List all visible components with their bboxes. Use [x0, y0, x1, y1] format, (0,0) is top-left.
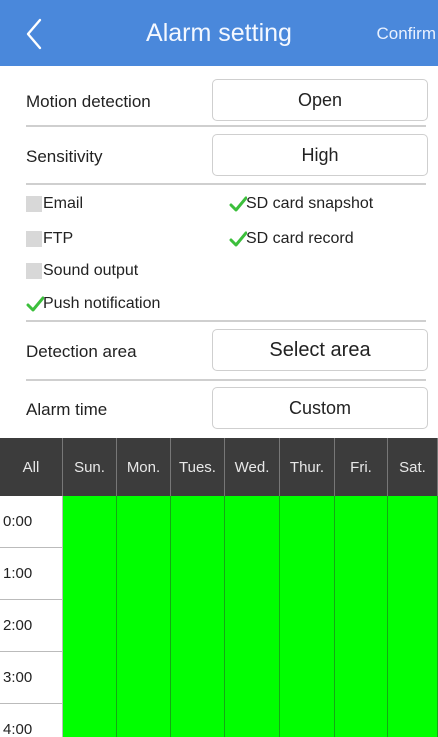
time-label[interactable]: 4:00 [0, 704, 63, 737]
sensitivity-label: Sensitivity [26, 147, 103, 166]
select-area-button[interactable]: Select area [212, 329, 428, 371]
divider [26, 379, 426, 381]
schedule-body: 0:00 1:00 2:00 3:00 4:00 [0, 496, 438, 737]
schedule-cell[interactable] [335, 704, 388, 737]
sensitivity-row: Sensitivity High [26, 134, 428, 180]
time-label[interactable]: 3:00 [0, 652, 63, 704]
checkmark-icon[interactable] [229, 228, 248, 248]
option-label: FTP [43, 230, 74, 247]
schedule-cell[interactable] [63, 496, 117, 548]
page-title: Alarm setting [146, 19, 292, 47]
schedule-cell[interactable] [63, 704, 117, 737]
alarm-time-label: Alarm time [26, 400, 108, 419]
schedule-cell[interactable] [388, 652, 438, 704]
schedule-cell[interactable] [117, 652, 171, 704]
schedule-cell[interactable] [388, 496, 438, 548]
option-label: Email [43, 195, 84, 212]
schedule-cell[interactable] [171, 600, 225, 652]
schedule-cell[interactable] [335, 600, 388, 652]
checkbox-unchecked[interactable] [26, 231, 42, 247]
day-header[interactable]: Sat. [388, 438, 438, 496]
select-all-button[interactable]: All [0, 438, 63, 496]
schedule-cell[interactable] [225, 652, 280, 704]
option-label: Sound output [43, 262, 139, 279]
schedule-cell[interactable] [63, 548, 117, 600]
alarm-time-row: Alarm time Custom [26, 387, 428, 433]
schedule-cell[interactable] [225, 496, 280, 548]
schedule-row: 4:00 [0, 704, 438, 737]
checkmark-icon[interactable] [229, 193, 248, 213]
divider [26, 125, 426, 127]
schedule-cell[interactable] [117, 704, 171, 737]
day-header[interactable]: Fri. [335, 438, 388, 496]
alarm-time-select[interactable]: Custom [212, 387, 428, 429]
motion-detection-row: Motion detection Open [26, 79, 428, 125]
day-header[interactable]: Sun. [63, 438, 117, 496]
schedule-cell[interactable] [225, 548, 280, 600]
schedule-cell[interactable] [63, 652, 117, 704]
checkbox-unchecked[interactable] [26, 196, 42, 212]
detection-area-label: Detection area [26, 342, 137, 361]
schedule-cell[interactable] [171, 652, 225, 704]
schedule-cell[interactable] [117, 496, 171, 548]
schedule-cell[interactable] [171, 548, 225, 600]
motion-detection-select[interactable]: Open [212, 79, 428, 121]
sensitivity-select[interactable]: High [212, 134, 428, 176]
schedule-cell[interactable] [171, 704, 225, 737]
day-header[interactable]: Thur. [280, 438, 335, 496]
schedule-cell[interactable] [335, 496, 388, 548]
confirm-button[interactable]: Confirm [376, 24, 436, 44]
option-label: SD card record [246, 230, 354, 247]
schedule-grid: All Sun. Mon. Tues. Wed. Thur. Fri. Sat. 0:00 1:… [0, 438, 438, 737]
schedule-cell[interactable] [117, 548, 171, 600]
schedule-cell[interactable] [117, 600, 171, 652]
schedule-cell[interactable] [280, 548, 335, 600]
schedule-cell[interactable] [63, 600, 117, 652]
schedule-header: All Sun. Mon. Tues. Wed. Thur. Fri. Sat. [0, 438, 438, 496]
day-header[interactable]: Mon. [117, 438, 171, 496]
motion-detection-label: Motion detection [26, 92, 151, 111]
schedule-cell[interactable] [280, 652, 335, 704]
option-label: SD card snapshot [246, 195, 374, 212]
schedule-cell[interactable] [280, 496, 335, 548]
divider [26, 183, 426, 185]
time-label[interactable]: 0:00 [0, 496, 63, 548]
detection-area-row: Detection area Select area [26, 329, 428, 375]
schedule-cell[interactable] [335, 652, 388, 704]
day-header[interactable]: Wed. [225, 438, 280, 496]
schedule-row: 0:00 [0, 496, 438, 548]
time-label[interactable]: 2:00 [0, 600, 63, 652]
schedule-cell[interactable] [280, 704, 335, 737]
checkmark-icon[interactable] [26, 293, 45, 313]
checkbox-unchecked[interactable] [26, 263, 42, 279]
schedule-row: 3:00 [0, 652, 438, 704]
schedule-cell[interactable] [388, 600, 438, 652]
schedule-cell[interactable] [388, 548, 438, 600]
divider [26, 320, 426, 322]
time-label[interactable]: 1:00 [0, 548, 63, 600]
day-header[interactable]: Tues. [171, 438, 225, 496]
option-label: Push notification [43, 295, 161, 312]
schedule-cell[interactable] [335, 548, 388, 600]
schedule-cell[interactable] [225, 704, 280, 737]
schedule-cell[interactable] [388, 704, 438, 737]
schedule-row: 1:00 [0, 548, 438, 600]
schedule-cell[interactable] [225, 600, 280, 652]
top-bar: Alarm setting Confirm [0, 0, 438, 66]
schedule-cell[interactable] [171, 496, 225, 548]
schedule-cell[interactable] [280, 600, 335, 652]
schedule-row: 2:00 [0, 600, 438, 652]
